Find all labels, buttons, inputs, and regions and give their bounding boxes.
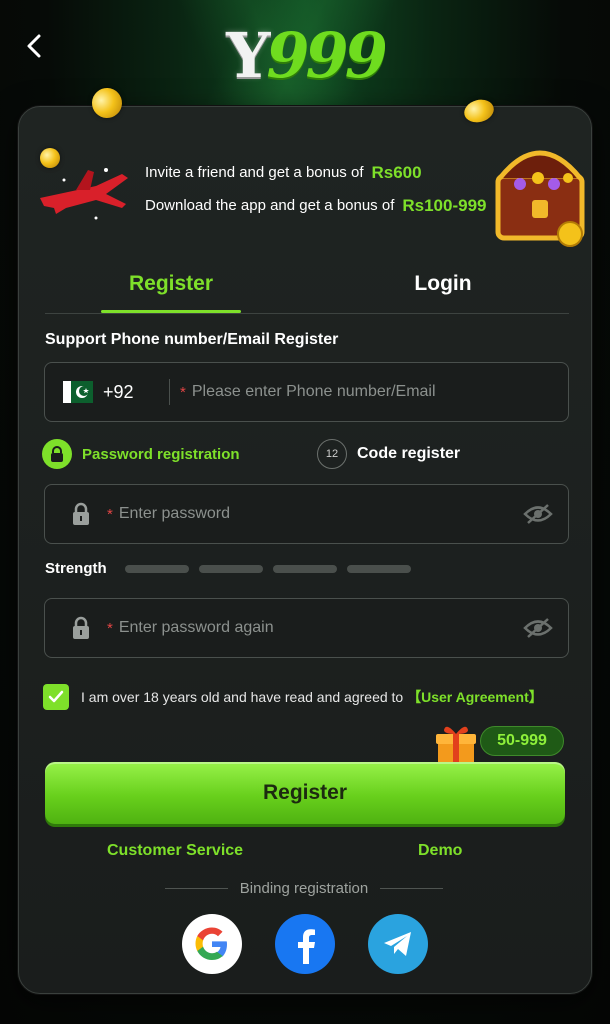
code-register-label: Code register — [357, 445, 461, 462]
country-selector[interactable]: +92 — [45, 363, 169, 421]
facebook-login-button[interactable] — [275, 914, 335, 974]
password-strength: Strength — [45, 560, 411, 577]
promo-download-text: Download the app and get a bonus of — [145, 197, 395, 214]
password-registration-label: Password registration — [82, 445, 240, 463]
tab-divider — [45, 313, 569, 314]
treasure-chest-icon — [495, 150, 585, 247]
auth-tabs: Register Login — [45, 258, 569, 314]
airplane-icon — [40, 168, 128, 220]
phone-email-field: +92 * Please enter Phone number/Email — [44, 362, 569, 422]
strength-segment — [124, 564, 189, 573]
password-registration-option[interactable]: Password registration — [42, 438, 240, 470]
promo-download: Download the app and get a bonus of Rs10… — [145, 189, 487, 222]
promo-invite: Invite a friend and get a bonus of Rs600 — [145, 156, 487, 189]
checkmark-icon — [48, 690, 64, 703]
confirm-password-field: * Enter password again — [44, 598, 569, 658]
country-code: +92 — [103, 381, 134, 402]
agree-text: I am over 18 years old and have read and… — [81, 689, 404, 705]
app-logo: Y999 — [225, 19, 388, 92]
divider-line — [380, 887, 444, 889]
promo-invite-amount: Rs600 — [371, 162, 422, 182]
google-icon — [195, 927, 227, 960]
agree-checkbox[interactable] — [43, 684, 69, 710]
required-mark: * — [107, 619, 113, 637]
bonus-badge: 50-999 — [480, 726, 564, 756]
strength-segment — [198, 564, 263, 573]
strength-label: Strength — [45, 560, 107, 577]
promo-download-amount: Rs100-999 — [402, 195, 487, 215]
logo-number: 999 — [266, 19, 387, 92]
telegram-login-button[interactable] — [368, 914, 428, 974]
code-register-option[interactable]: 12 Code register — [317, 438, 460, 470]
customer-service-link[interactable]: Customer Service — [107, 842, 243, 860]
register-button[interactable]: Register — [45, 762, 565, 824]
password-input[interactable]: * Enter password — [97, 485, 508, 543]
binding-registration-divider: Binding registration — [165, 877, 444, 899]
required-mark: * — [107, 505, 113, 523]
tab-login[interactable]: Login — [373, 258, 513, 310]
binding-text: Binding registration — [239, 879, 369, 897]
chevron-left-icon — [27, 34, 41, 58]
facebook-icon — [298, 929, 315, 964]
eye-off-icon[interactable] — [508, 503, 568, 525]
padlock-icon — [45, 502, 97, 526]
strength-segment — [346, 564, 411, 573]
lock-icon — [42, 439, 72, 469]
strength-segment — [272, 564, 337, 573]
pakistan-flag-icon — [63, 381, 93, 403]
phone-email-input[interactable]: * Please enter Phone number/Email — [170, 363, 568, 421]
promo-banner: Invite a friend and get a bonus of Rs600… — [145, 156, 487, 222]
required-mark: * — [180, 383, 186, 401]
promo-invite-text: Invite a friend and get a bonus of — [145, 164, 364, 181]
section-title: Support Phone number/Email Register — [45, 331, 339, 348]
back-button[interactable] — [18, 30, 50, 62]
logo-letter: Y — [226, 19, 270, 92]
telegram-icon — [384, 932, 411, 956]
password-field: * Enter password — [44, 484, 569, 544]
user-agreement-link[interactable]: 【User Agreement】 — [407, 689, 543, 705]
code-badge-icon: 12 — [317, 439, 347, 469]
agreement-row: I am over 18 years old and have read and… — [43, 684, 543, 710]
eye-off-icon[interactable] — [508, 617, 568, 639]
confirm-password-placeholder: Enter password again — [118, 619, 274, 636]
password-placeholder: Enter password — [118, 505, 231, 522]
tab-register[interactable]: Register — [101, 258, 241, 310]
padlock-icon — [45, 616, 97, 640]
confirm-password-input[interactable]: * Enter password again — [97, 599, 508, 657]
divider-line — [165, 887, 228, 889]
google-login-button[interactable] — [182, 914, 242, 974]
phone-email-placeholder: Please enter Phone number/Email — [191, 383, 436, 400]
demo-link[interactable]: Demo — [418, 842, 462, 860]
